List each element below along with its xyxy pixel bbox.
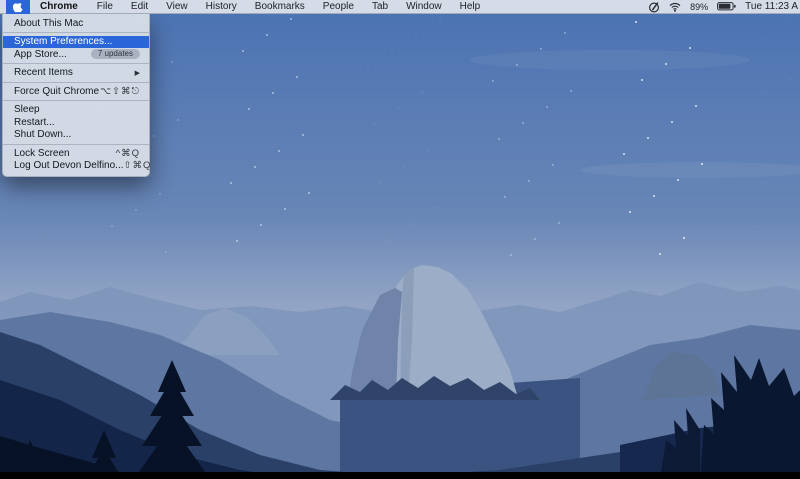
menu-separator (3, 100, 149, 101)
menu-bar: Chrome File Edit View History Bookmarks … (0, 0, 800, 14)
menubar-status-area: 89% Tue 11:23 A (648, 1, 800, 13)
menubar-item-bookmarks[interactable]: Bookmarks (246, 1, 314, 12)
apple-menu-button[interactable] (6, 0, 30, 14)
menu-item-sleep[interactable]: Sleep (3, 104, 149, 117)
shortcut-log-out: ⇧⌘Q (124, 160, 152, 171)
menubar-item-window[interactable]: Window (397, 1, 451, 12)
menu-item-lock-screen[interactable]: Lock Screen ^⌘Q (3, 147, 149, 160)
battery-icon[interactable] (717, 2, 736, 11)
desktop: Chrome File Edit View History Bookmarks … (0, 0, 800, 479)
menu-item-force-quit-chrome[interactable]: Force Quit Chrome ⌥⇧⌘⎋ (3, 85, 149, 98)
menubar-item-edit[interactable]: Edit (122, 1, 157, 12)
menu-item-recent-items[interactable]: Recent Items ▶ (3, 67, 149, 80)
pencil-circle-icon[interactable] (648, 1, 660, 13)
menu-item-app-store[interactable]: App Store... 7 updates (3, 48, 149, 61)
updates-badge: 7 updates (91, 49, 140, 59)
menubar-item-history[interactable]: History (197, 1, 246, 12)
menubar-item-people[interactable]: People (314, 1, 363, 12)
menubar-item-view[interactable]: View (157, 1, 197, 12)
menu-item-shut-down[interactable]: Shut Down... (3, 129, 149, 142)
menu-item-log-out[interactable]: Log Out Devon Delfino... ⇧⌘Q (3, 160, 149, 173)
shortcut-lock-screen: ^⌘Q (116, 148, 140, 159)
menubar-item-file[interactable]: File (88, 1, 122, 12)
menu-separator (3, 82, 149, 83)
menu-item-system-preferences[interactable]: System Preferences... (3, 36, 149, 49)
menubar-item-help[interactable]: Help (451, 1, 490, 12)
menubar-app-name[interactable]: Chrome (30, 1, 88, 12)
menubar-item-tab[interactable]: Tab (363, 1, 397, 12)
battery-percent: 89% (690, 2, 708, 12)
submenu-arrow-icon: ▶ (135, 69, 140, 77)
menu-separator (3, 63, 149, 64)
wifi-icon[interactable] (669, 2, 681, 12)
menu-separator (3, 144, 149, 145)
shortcut-force-quit: ⌥⇧⌘⎋ (100, 86, 140, 97)
menu-item-restart[interactable]: Restart... (3, 116, 149, 129)
menubar-clock[interactable]: Tue 11:23 A (745, 1, 798, 12)
menu-item-about-this-mac[interactable]: About This Mac (3, 17, 149, 30)
apple-logo-icon (13, 1, 24, 13)
menu-separator (3, 32, 149, 33)
apple-menu-dropdown: About This Mac System Preferences... App… (2, 14, 150, 177)
